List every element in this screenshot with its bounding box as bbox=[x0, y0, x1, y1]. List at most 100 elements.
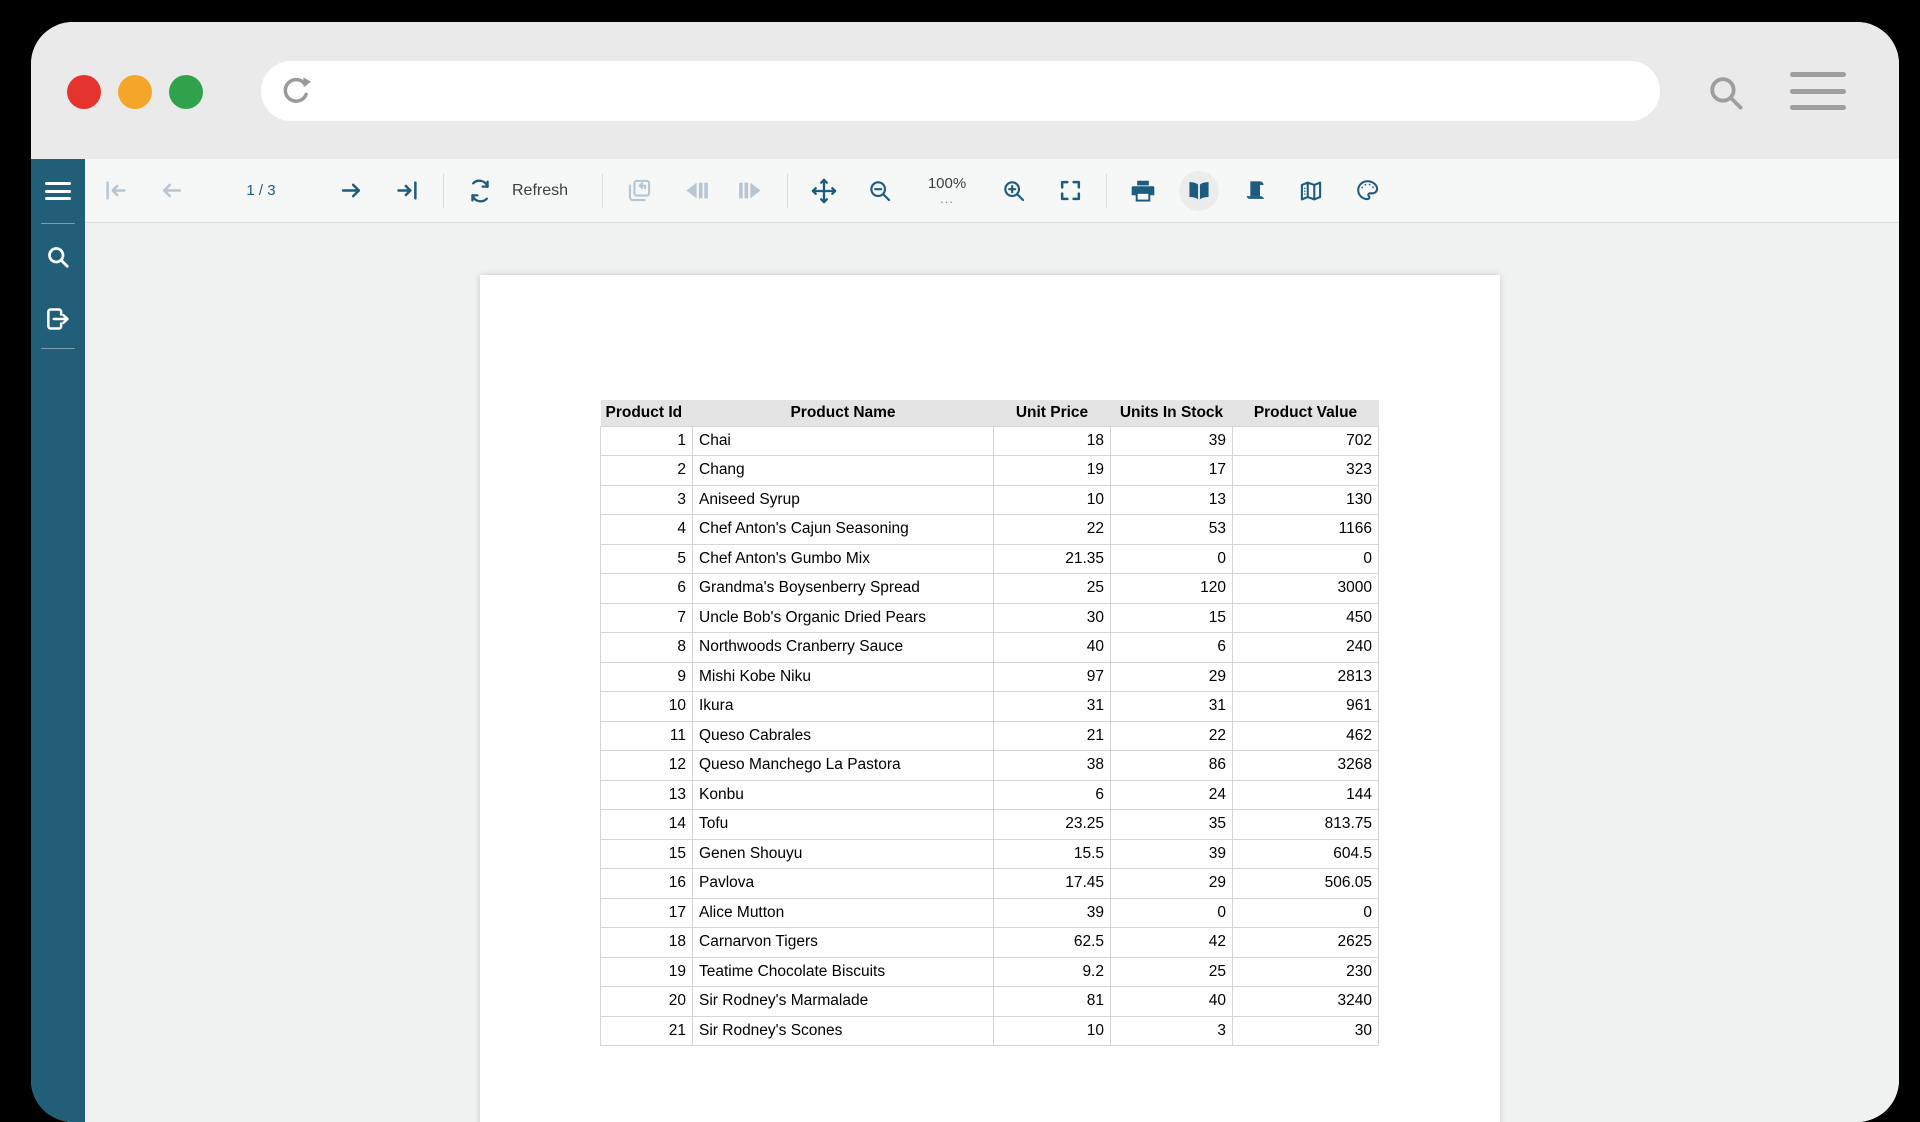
fullscreen-button[interactable] bbox=[1050, 171, 1090, 211]
table-cell: 2 bbox=[600, 455, 693, 486]
zoom-level-dropdown[interactable]: 100% ... bbox=[916, 176, 978, 205]
desktop: { "browser_chrome": { "traffic_lights": … bbox=[0, 0, 1920, 1122]
table-row: 10 Ikura 31 31 961 bbox=[600, 691, 1379, 722]
next-page-button[interactable] bbox=[331, 171, 371, 211]
scroll-icon bbox=[1241, 177, 1269, 205]
table-cell: 0 bbox=[1232, 543, 1379, 574]
hamburger-icon bbox=[45, 182, 71, 200]
page-view-mode-button[interactable] bbox=[1179, 170, 1220, 211]
table-cell: 15 bbox=[600, 838, 693, 869]
table-cell: 3240 bbox=[1232, 986, 1379, 1017]
style-palette-button[interactable] bbox=[1347, 171, 1387, 211]
table-cell: 40 bbox=[993, 632, 1111, 663]
table-cell: 1 bbox=[600, 425, 693, 456]
table-row: 12 Queso Manchego La Pastora 38 86 3268 bbox=[600, 750, 1379, 781]
pan-tool-button[interactable] bbox=[804, 171, 844, 211]
table-cell: Grandma's Boysenberry Spread bbox=[692, 573, 994, 604]
zoom-in-button[interactable] bbox=[994, 171, 1034, 211]
browser-chrome bbox=[31, 22, 1899, 159]
table-cell: 42 bbox=[1110, 927, 1233, 958]
table-cell: Alice Mutton bbox=[692, 897, 994, 928]
palette-icon bbox=[1354, 177, 1381, 204]
first-page-button[interactable] bbox=[95, 171, 135, 211]
table-cell: 6 bbox=[1110, 632, 1233, 663]
table-cell: 1166 bbox=[1232, 514, 1379, 545]
table-cell: 17 bbox=[1110, 455, 1233, 486]
continuous-scroll-mode-button[interactable] bbox=[1235, 171, 1275, 211]
report-table-head-row: Product Id Product Name Unit Price Units In… bbox=[600, 400, 1379, 426]
table-cell: Teatime Chocolate Biscuits bbox=[692, 956, 994, 987]
table-cell: 462 bbox=[1232, 720, 1379, 751]
print-button[interactable] bbox=[1123, 171, 1163, 211]
table-cell: 0 bbox=[1110, 897, 1233, 928]
refresh-button[interactable] bbox=[460, 171, 500, 211]
zoom-menu-hint: ... bbox=[940, 190, 954, 206]
last-page-button[interactable] bbox=[387, 171, 427, 211]
page-history-forward-button[interactable] bbox=[731, 171, 771, 211]
table-row: 16 Pavlova 17.45 29 506.05 bbox=[600, 868, 1379, 899]
navigate-back-button[interactable] bbox=[619, 171, 659, 211]
table-row: 1 Chai 18 39 702 bbox=[600, 425, 1379, 456]
browser-menu-icon[interactable] bbox=[1790, 72, 1846, 110]
table-cell: 10 bbox=[993, 1015, 1111, 1046]
table-cell: 450 bbox=[1232, 602, 1379, 633]
table-row: 13 Konbu 6 24 144 bbox=[600, 779, 1379, 810]
table-cell: 604.5 bbox=[1232, 838, 1379, 869]
address-bar[interactable] bbox=[261, 61, 1660, 121]
table-cell: 29 bbox=[1110, 661, 1233, 692]
column-header: Product Name bbox=[692, 400, 994, 426]
table-cell: 17.45 bbox=[993, 868, 1111, 899]
table-cell: 10 bbox=[993, 484, 1111, 515]
table-cell: 86 bbox=[1110, 750, 1233, 781]
table-row: 15 Genen Shouyu 15.5 39 604.5 bbox=[600, 838, 1379, 869]
toolbar-separator bbox=[443, 173, 444, 208]
zoom-out-button[interactable] bbox=[860, 171, 900, 211]
table-row: 18 Carnarvon Tigers 62.5 42 2625 bbox=[600, 927, 1379, 958]
table-cell: 17 bbox=[600, 897, 693, 928]
table-cell: Northwoods Cranberry Sauce bbox=[692, 632, 994, 663]
table-cell: 20 bbox=[600, 986, 693, 1017]
column-header: Product Value bbox=[1232, 400, 1379, 426]
previous-page-button[interactable] bbox=[151, 171, 191, 211]
reload-icon[interactable] bbox=[277, 72, 315, 110]
table-row: 17 Alice Mutton 39 0 0 bbox=[600, 897, 1379, 928]
table-cell: 30 bbox=[1232, 1015, 1379, 1046]
zoom-window-button[interactable] bbox=[169, 75, 203, 109]
table-cell: 31 bbox=[993, 691, 1111, 722]
page-indicator[interactable]: 1 / 3 bbox=[207, 182, 315, 199]
table-cell: 230 bbox=[1232, 956, 1379, 987]
report-viewport[interactable]: Product Id Product Name Unit Price Units In… bbox=[85, 223, 1899, 1122]
minimize-window-button[interactable] bbox=[118, 75, 152, 109]
toolbar-separator bbox=[787, 173, 789, 208]
sidebar-menu-button[interactable] bbox=[31, 159, 85, 223]
column-header: Product Id bbox=[600, 400, 693, 426]
document-map-button[interactable] bbox=[1291, 171, 1331, 211]
table-cell: 3000 bbox=[1232, 573, 1379, 604]
table-cell: Mishi Kobe Niku bbox=[692, 661, 994, 692]
url-input[interactable] bbox=[325, 80, 1644, 102]
search-icon bbox=[43, 242, 73, 272]
table-cell: 81 bbox=[993, 986, 1111, 1017]
table-row: 4 Chef Anton's Cajun Seasoning 22 53 1166 bbox=[600, 514, 1379, 545]
table-cell: Tofu bbox=[692, 809, 994, 840]
table-cell: 39 bbox=[1110, 838, 1233, 869]
sidebar-export-button[interactable] bbox=[31, 290, 85, 348]
table-cell: 15.5 bbox=[993, 838, 1111, 869]
table-cell: 506.05 bbox=[1232, 868, 1379, 899]
close-window-button[interactable] bbox=[67, 75, 101, 109]
page-history-back-button[interactable] bbox=[675, 171, 715, 211]
refresh-label[interactable]: Refresh bbox=[512, 182, 568, 200]
book-icon bbox=[1185, 177, 1213, 205]
table-cell: Sir Rodney's Marmalade bbox=[692, 986, 994, 1017]
table-cell: 19 bbox=[600, 956, 693, 987]
table-cell: Queso Manchego La Pastora bbox=[692, 750, 994, 781]
sidebar-search-button[interactable] bbox=[31, 224, 85, 290]
browser-search-icon[interactable] bbox=[1703, 70, 1749, 116]
zoom-level-value: 100% bbox=[927, 174, 967, 192]
table-cell: 40 bbox=[1110, 986, 1233, 1017]
table-row: 3 Aniseed Syrup 10 13 130 bbox=[600, 484, 1379, 515]
table-cell: Aniseed Syrup bbox=[692, 484, 994, 515]
toolbar-separator bbox=[602, 173, 604, 208]
table-cell: 2813 bbox=[1232, 661, 1379, 692]
table-cell: 13 bbox=[600, 779, 693, 810]
